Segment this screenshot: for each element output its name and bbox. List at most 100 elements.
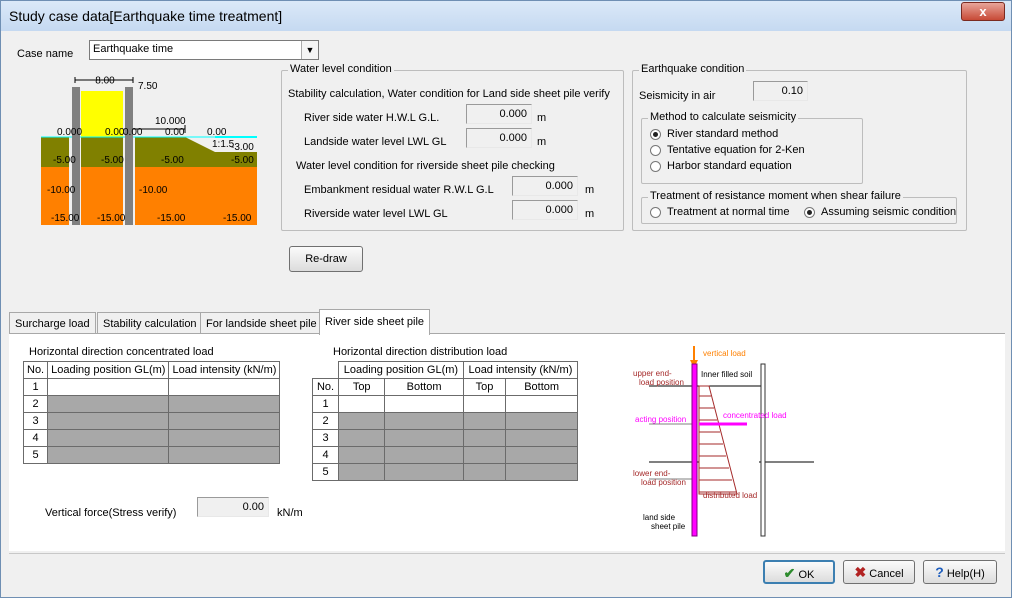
dist-cell[interactable] — [384, 446, 464, 464]
dist-cell[interactable] — [505, 429, 578, 447]
title-bar: Study case data[Earthquake time treatmen… — [1, 1, 1011, 31]
dist-cell[interactable] — [384, 429, 464, 447]
cross-section-diagram: 8.00 7.50 10.000 1:1.5 0.000 0.00 0.00 0… — [41, 75, 257, 225]
method-tentative-label[interactable]: Tentative equation for 2-Ken — [667, 144, 805, 156]
conc-position-cell[interactable] — [47, 429, 170, 447]
dist-row-no: 3 — [312, 429, 339, 447]
radio-normal-time[interactable] — [650, 207, 661, 218]
tab-landside-sheet-pile[interactable]: For landside sheet pile — [200, 312, 323, 334]
dist-header-top-pos: Top — [337, 378, 386, 396]
method-group: Method to calculate seismicity River sta… — [641, 111, 863, 184]
close-button[interactable]: x — [961, 2, 1005, 21]
resist-normal-label[interactable]: Treatment at normal time — [667, 206, 789, 218]
chevron-down-icon[interactable]: ▼ — [301, 41, 318, 59]
dist-cell[interactable] — [505, 446, 578, 464]
cancel-button[interactable]: ✖ Cancel — [843, 560, 915, 584]
upper-end-label-1: upper end- — [633, 369, 672, 378]
conc-intensity-cell[interactable] — [168, 395, 281, 413]
dist-cell[interactable] — [505, 463, 578, 481]
conc-position-cell[interactable] — [47, 395, 170, 413]
conc-header-position: Loading position GL(m) — [47, 361, 170, 379]
dist-group-header-intensity: Load intensity (kN/m) — [462, 361, 579, 379]
embank-rwl-input[interactable]: 0.000 — [512, 176, 578, 196]
tab-surcharge-load[interactable]: Surcharge load — [9, 312, 96, 334]
pile-label-2: sheet pile — [651, 522, 686, 531]
dist-cell[interactable] — [505, 412, 578, 430]
dist-cell[interactable] — [384, 463, 464, 481]
dist-cell[interactable] — [462, 429, 507, 447]
vertical-force-unit: kN/m — [277, 507, 303, 519]
sheet-pile-shape — [691, 363, 698, 537]
dist-cell[interactable] — [462, 463, 507, 481]
resistance-title: Treatment of resistance moment when shea… — [648, 190, 903, 202]
seismicity-input[interactable]: 0.10 — [753, 81, 808, 101]
tab-strip: Surcharge load Stability calculation For… — [9, 309, 1005, 335]
pile-label-1: land side — [643, 513, 676, 522]
radio-river-standard[interactable] — [650, 129, 661, 140]
embank-rwl-label: Embankment residual water R.W.L G.L — [304, 184, 494, 196]
tab-riverside-sheet-pile[interactable]: River side sheet pile — [319, 309, 431, 335]
help-label: Help(H) — [946, 568, 985, 580]
water-subtitle-2: Water level condition for riverside shee… — [296, 160, 555, 172]
unit-m-4: m — [585, 208, 595, 220]
river-hwl-label: River side water H.W.L G.L. — [304, 112, 440, 124]
toe-label: -3.00 — [231, 142, 254, 153]
dist-header-bottom-int: Bottom — [505, 378, 578, 396]
dist-cell[interactable] — [337, 395, 386, 413]
conc-position-cell[interactable] — [47, 378, 170, 396]
conc-intensity-cell[interactable] — [168, 429, 281, 447]
resistance-group: Treatment of resistance moment when shea… — [641, 190, 957, 224]
redraw-button[interactable]: Re-draw — [289, 246, 363, 272]
dist-header-bottom-pos: Bottom — [384, 378, 464, 396]
vertical-force-input[interactable]: 0.00 — [197, 497, 269, 517]
resist-seismic-label[interactable]: Assuming seismic condition — [821, 206, 956, 218]
table-row: 5 — [22, 446, 281, 464]
riverside-tab-pane: Horizontal direction concentrated load N… — [9, 333, 1005, 551]
dist-cell[interactable] — [505, 395, 578, 413]
level-mid-1: -5.00 — [101, 155, 124, 166]
case-name-combo[interactable]: Earthquake time ▼ — [89, 40, 319, 60]
dist-cell[interactable] — [462, 412, 507, 430]
close-icon: x — [979, 4, 987, 19]
conc-intensity-cell[interactable] — [168, 412, 281, 430]
dist-row-no: 2 — [312, 412, 339, 430]
conc-position-cell[interactable] — [47, 446, 170, 464]
dist-cell[interactable] — [337, 412, 386, 430]
river-hwl-input[interactable]: 0.000 — [466, 104, 532, 124]
case-name-label: Case name — [17, 48, 74, 60]
dist-cell[interactable] — [384, 412, 464, 430]
river-lwl-input[interactable]: 0.000 — [512, 200, 578, 220]
dist-cell[interactable] — [337, 463, 386, 481]
land-lwl-input[interactable]: 0.000 — [466, 128, 532, 148]
dist-cell[interactable] — [337, 446, 386, 464]
table-row: 4 — [22, 429, 281, 447]
radio-harbor-standard[interactable] — [650, 161, 661, 172]
radio-seismic-condition[interactable] — [804, 207, 815, 218]
conc-intensity-cell[interactable] — [168, 446, 281, 464]
conc-intensity-cell[interactable] — [168, 378, 281, 396]
level-bottom-0: -15.00 — [51, 213, 80, 224]
dist-cell[interactable] — [462, 395, 507, 413]
radio-tentative-2ken[interactable] — [650, 145, 661, 156]
method-river-label[interactable]: River standard method — [667, 128, 778, 140]
ok-button[interactable]: ✔ OK — [763, 560, 835, 584]
conc-position-cell[interactable] — [47, 412, 170, 430]
lower-end-label-1: lower end- — [633, 469, 671, 478]
dim-berm-width: 10.000 — [155, 116, 186, 127]
dist-cell[interactable] — [462, 446, 507, 464]
table-row: 3 — [22, 412, 281, 430]
dist-header-top-int: Top — [462, 378, 507, 396]
level-bottom-3: -15.00 — [223, 213, 252, 224]
concentrated-load-label: concentrated load — [723, 411, 787, 420]
lower-end-label-2: load position — [641, 478, 686, 487]
tab-stability-calculation[interactable]: Stability calculation — [97, 312, 203, 334]
wl-label-3: 0.00 — [165, 127, 185, 138]
level-bottom-1: -15.00 — [97, 213, 126, 224]
help-button[interactable]: ? Help(H) — [923, 560, 997, 584]
water-level-title: Water level condition — [288, 63, 394, 75]
bottom-separator — [9, 553, 1005, 554]
dist-cell[interactable] — [384, 395, 464, 413]
dist-cell[interactable] — [337, 429, 386, 447]
dialog-client: Case name Earthquake time ▼ 8.00 7.50 10… — [9, 31, 1005, 591]
method-harbor-label[interactable]: Harbor standard equation — [667, 160, 792, 172]
